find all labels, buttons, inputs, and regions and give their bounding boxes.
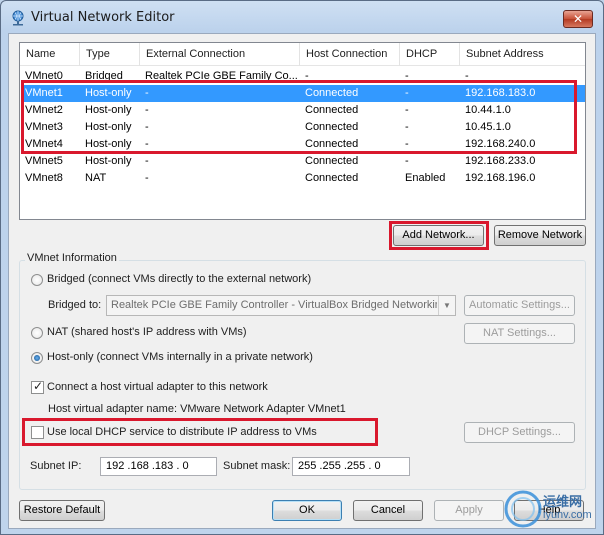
dialog-body: Name Type External Connection Host Conne… [8,33,596,529]
table-row[interactable]: VMnet3 Host-only - Connected - 10.45.1.0 [21,119,585,136]
close-button[interactable]: ✕ [563,10,593,28]
table-cell: Host-only [85,87,132,99]
host-adapter-name: Host virtual adapter name: VMware Networ… [48,403,346,415]
bridged-to-label: Bridged to: [48,299,102,311]
subnet-mask-label: Subnet mask: [223,460,291,472]
table-row[interactable]: VMnet2 Host-only - Connected - 10.44.1.0 [21,102,585,119]
title-bar[interactable]: Virtual Network Editor ✕ [1,1,603,34]
table-cell: - [145,121,149,133]
table-cell: VMnet2 [25,104,63,116]
virtual-network-editor-window: Virtual Network Editor ✕ Name Type Exter… [0,0,604,535]
apply-button[interactable]: Apply [434,500,504,521]
nat-radio[interactable] [31,327,43,339]
table-cell: - [145,172,149,184]
host-only-label[interactable]: Host-only (connect VMs internally in a p… [47,351,313,363]
table-cell: Connected [305,104,359,116]
help-button[interactable]: Help [514,500,584,521]
table-cell: - [145,104,149,116]
host-only-radio[interactable] [31,352,43,364]
table-cell: VMnet3 [25,121,63,133]
table-cell: - [145,138,149,150]
window-title: Virtual Network Editor [31,10,175,25]
add-network-button[interactable]: Add Network... [393,225,484,246]
table-cell: 192.168.196.0 [465,172,536,184]
table-cell: VMnet8 [25,172,63,184]
bridged-label[interactable]: Bridged (connect VMs directly to the ext… [47,273,311,285]
table-cell: - [405,104,409,116]
table-cell: Connected [305,172,359,184]
table-cell: - [145,87,149,99]
column-host-connection[interactable]: Host Connection [300,43,400,66]
chevron-down-icon: ▼ [438,296,455,315]
table-cell: - [405,155,409,167]
subnet-ip-field[interactable]: 192 .168 .183 . 0 [100,457,217,476]
connect-host-adapter-label[interactable]: Connect a host virtual adapter to this n… [47,381,268,393]
table-cell: 192.168.233.0 [465,155,536,167]
use-local-dhcp-label[interactable]: Use local DHCP service to distribute IP … [47,426,317,438]
column-name[interactable]: Name [20,43,80,66]
table-cell: 192.168.183.0 [465,87,536,99]
vmnet-information-legend: VMnet Information [25,252,119,264]
cancel-button[interactable]: Cancel [353,500,423,521]
network-list[interactable]: Name Type External Connection Host Conne… [19,42,586,220]
table-cell: Connected [305,121,359,133]
column-type[interactable]: Type [80,43,140,66]
table-row[interactable]: VMnet5 Host-only - Connected - 192.168.233.0 [21,153,585,170]
nat-settings-button[interactable]: NAT Settings... [464,323,575,344]
table-cell: 192.168.240.0 [465,138,536,150]
table-cell: 10.44.1.0 [465,104,511,116]
table-cell: VMnet0 [25,70,63,82]
table-cell: VMnet5 [25,155,63,167]
table-cell: Connected [305,155,359,167]
ok-button[interactable]: OK [272,500,342,521]
nat-label[interactable]: NAT (shared host's IP address with VMs) [47,326,247,338]
column-dhcp[interactable]: DHCP [400,43,460,66]
connect-host-adapter-checkbox[interactable] [31,379,44,394]
table-cell: - [405,70,409,82]
table-cell: Host-only [85,155,132,167]
subnet-mask-field[interactable]: 255 .255 .255 . 0 [292,457,410,476]
table-row[interactable]: VMnet1 Host-only - Connected - 192.168.183.0 [21,85,585,102]
list-header: Name Type External Connection Host Conne… [20,43,585,66]
column-external-connection[interactable]: External Connection [140,43,300,66]
table-row[interactable]: VMnet8 NAT - Connected Enabled 192.168.196.0 [21,170,585,187]
table-cell: - [405,121,409,133]
network-globe-icon [12,10,24,26]
table-cell: Connected [305,87,359,99]
table-cell: VMnet4 [25,138,63,150]
table-cell: Realtek PCIe GBE Family Co... [145,70,298,82]
table-cell: NAT [85,172,107,184]
bridged-to-select[interactable]: Realtek PCIe GBE Family Controller - Vir… [106,295,456,316]
table-cell: 10.45.1.0 [465,121,511,133]
table-cell: Enabled [405,172,446,184]
table-cell: - [405,87,409,99]
table-row[interactable]: VMnet4 Host-only - Connected - 192.168.240.0 [21,136,585,153]
table-cell: - [465,70,469,82]
table-cell: Connected [305,138,359,150]
bridged-radio[interactable] [31,274,43,286]
dhcp-settings-button[interactable]: DHCP Settings... [464,422,575,443]
table-cell: - [145,155,149,167]
use-local-dhcp-checkbox[interactable] [31,426,44,439]
column-subnet-address[interactable]: Subnet Address [460,43,585,66]
close-icon: ✕ [572,12,584,26]
table-cell: Bridged [85,70,123,82]
subnet-ip-label: Subnet IP: [30,460,82,472]
table-cell: - [305,70,309,82]
table-cell: VMnet1 [25,87,63,99]
bridged-to-value: Realtek PCIe GBE Family Controller - Vir… [111,299,437,311]
table-cell: - [405,138,409,150]
table-cell: Host-only [85,138,132,150]
automatic-settings-button[interactable]: Automatic Settings... [464,295,575,316]
remove-network-button[interactable]: Remove Network [494,225,586,246]
table-row[interactable]: VMnet0 Bridged Realtek PCIe GBE Family Co.… [21,68,585,85]
restore-default-button[interactable]: Restore Default [19,500,105,521]
table-cell: Host-only [85,104,132,116]
table-cell: Host-only [85,121,132,133]
